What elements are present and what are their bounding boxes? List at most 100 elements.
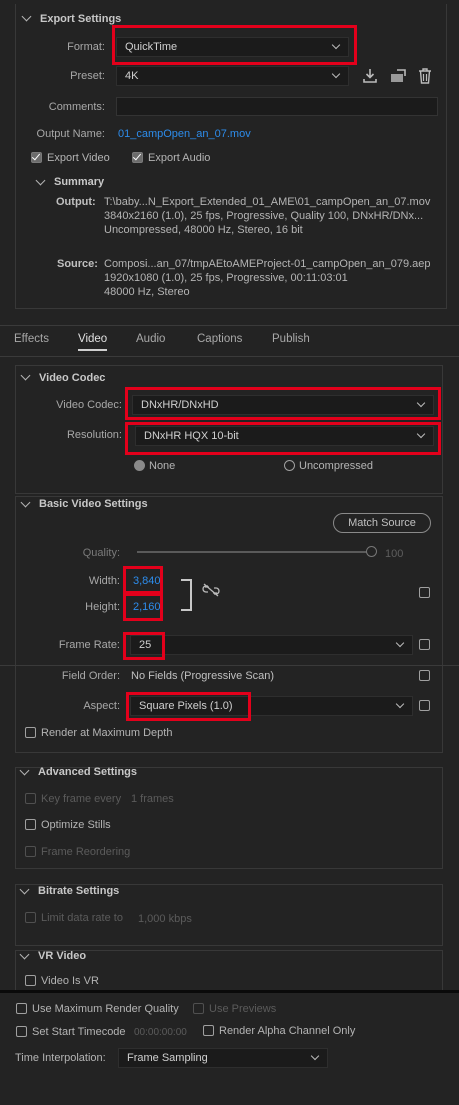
frame-rate-label: Frame Rate: — [58, 639, 120, 651]
basic-video-title: Basic Video Settings — [39, 498, 148, 510]
width-height-checkbox[interactable] — [419, 587, 430, 598]
quality-value: 100 — [385, 548, 404, 560]
field-order-value[interactable]: No Fields (Progressive Scan) — [131, 670, 274, 682]
none-radio[interactable] — [134, 460, 145, 471]
tab-effects[interactable]: Effects — [14, 333, 49, 345]
quality-slider-track[interactable] — [137, 551, 371, 553]
video-is-vr-checkbox[interactable] — [25, 975, 36, 986]
width-label: Width: — [88, 575, 120, 587]
quality-slider-handle[interactable] — [366, 546, 377, 557]
tab-audio[interactable]: Audio — [136, 333, 165, 345]
video-codec-title: Video Codec — [39, 372, 106, 384]
none-label: None — [149, 460, 176, 472]
resolution-label: Resolution: — [66, 429, 122, 441]
limit-data-rate-label: Limit data rate to — [41, 912, 123, 924]
video-codec-label: Video Codec: — [56, 399, 122, 411]
key-frame-label: Key frame every — [41, 793, 122, 805]
limit-data-rate-checkbox[interactable] — [25, 912, 36, 923]
chevron-down-icon — [395, 638, 405, 648]
highlight-box — [123, 566, 163, 594]
output-summary-label: Output: — [56, 196, 96, 208]
highlight-box — [125, 387, 441, 420]
bitrate-settings-title: Bitrate Settings — [38, 885, 120, 897]
aspect-label: Aspect: — [83, 700, 120, 712]
preset-dropdown[interactable]: 4K — [116, 66, 349, 86]
quality-slider-fill — [137, 551, 371, 553]
render-alpha-checkbox[interactable] — [203, 1025, 214, 1036]
highlight-box — [126, 692, 251, 721]
field-order-checkbox[interactable] — [419, 670, 430, 681]
output-summary-line: T:\baby...N_Export_Extended_01_AME\01_ca… — [104, 196, 431, 208]
start-timecode-value: 00:00:00:00 — [134, 1027, 187, 1038]
key-frame-value: 1 frames — [131, 793, 174, 805]
comments-label: Comments: — [48, 101, 105, 113]
chevron-down-icon — [395, 699, 405, 709]
comments-input[interactable] — [116, 97, 438, 116]
highlight-box — [123, 593, 163, 621]
export-video-label: Export Video — [47, 152, 110, 164]
vr-video-title: VR Video — [38, 950, 87, 962]
highlight-box — [112, 25, 357, 65]
frame-reordering-checkbox[interactable] — [25, 846, 36, 857]
export-audio-checkbox[interactable] — [132, 152, 143, 163]
output-summary-line: Uncompressed, 48000 Hz, Stereo, 16 bit — [104, 224, 303, 236]
divider — [0, 665, 459, 666]
max-render-quality-checkbox[interactable] — [16, 1003, 27, 1014]
preset-value: 4K — [125, 70, 139, 82]
render-alpha-label: Render Alpha Channel Only — [219, 1025, 356, 1037]
render-max-depth-label: Render at Maximum Depth — [41, 727, 173, 739]
export-settings-title: Export Settings — [40, 13, 122, 25]
export-audio-label: Export Audio — [148, 152, 211, 164]
output-summary-line: 3840x2160 (1.0), 25 fps, Progressive, Qu… — [104, 210, 424, 222]
output-name-label: Output Name: — [36, 128, 105, 140]
key-frame-checkbox[interactable] — [25, 793, 36, 804]
advanced-settings-title: Advanced Settings — [38, 766, 138, 778]
frame-rate-dropdown[interactable]: 25 — [130, 635, 413, 655]
tab-publish[interactable]: Publish — [272, 333, 310, 345]
time-interpolation-value: Frame Sampling — [127, 1052, 208, 1064]
summary-title: Summary — [54, 176, 105, 188]
height-label: Height: — [85, 601, 120, 613]
import-preset-icon[interactable] — [362, 68, 378, 84]
frame-reordering-label: Frame Reordering — [41, 846, 131, 858]
source-summary-line: Composi...an_07/tmpAEtoAMEProject-01_cam… — [104, 258, 431, 270]
time-interpolation-dropdown[interactable]: Frame Sampling — [118, 1048, 328, 1068]
uncompressed-radio[interactable] — [284, 460, 295, 471]
use-previews-checkbox[interactable] — [193, 1003, 204, 1014]
optimize-stills-checkbox[interactable] — [25, 819, 36, 830]
tab-captions[interactable]: Captions — [197, 333, 242, 345]
time-interpolation-label: Time Interpolation: — [15, 1052, 106, 1064]
output-name-link[interactable]: 01_campOpen_an_07.mov — [118, 128, 251, 140]
chevron-down-icon — [310, 1051, 320, 1061]
render-max-depth-checkbox[interactable] — [25, 727, 36, 738]
limit-data-rate-value: 1,000 kbps — [138, 913, 192, 925]
match-source-label: Match Source — [348, 517, 416, 529]
set-start-timecode-label: Set Start Timecode — [32, 1026, 126, 1038]
source-summary-label: Source: — [57, 258, 98, 270]
quality-label: Quality: — [82, 547, 120, 559]
aspect-link-bracket — [181, 579, 192, 611]
match-source-button[interactable]: Match Source — [333, 513, 431, 533]
delete-preset-icon[interactable] — [418, 68, 432, 84]
use-previews-label: Use Previews — [209, 1003, 277, 1015]
chain-link-icon[interactable] — [202, 583, 220, 597]
bottom-divider — [0, 990, 459, 993]
preset-label: Preset: — [70, 70, 105, 82]
format-label: Format: — [67, 41, 105, 53]
source-summary-line: 48000 Hz, Stereo — [104, 286, 190, 298]
video-is-vr-label: Video Is VR — [41, 975, 99, 987]
highlight-box — [123, 632, 165, 660]
max-render-quality-label: Use Maximum Render Quality — [32, 1003, 179, 1015]
aspect-checkbox[interactable] — [419, 700, 430, 711]
chevron-down-icon — [331, 69, 341, 79]
optimize-stills-label: Optimize Stills — [41, 819, 111, 831]
tab-video[interactable]: Video — [78, 333, 108, 351]
set-start-timecode-checkbox[interactable] — [16, 1026, 27, 1037]
save-preset-icon[interactable] — [389, 68, 407, 84]
source-summary-line: 1920x1080 (1.0), 25 fps, Progressive, 00… — [104, 272, 348, 284]
highlight-box — [125, 422, 441, 455]
export-video-checkbox[interactable] — [31, 152, 42, 163]
uncompressed-label: Uncompressed — [299, 460, 373, 472]
field-order-label: Field Order: — [61, 670, 120, 682]
frame-rate-checkbox[interactable] — [419, 639, 430, 650]
